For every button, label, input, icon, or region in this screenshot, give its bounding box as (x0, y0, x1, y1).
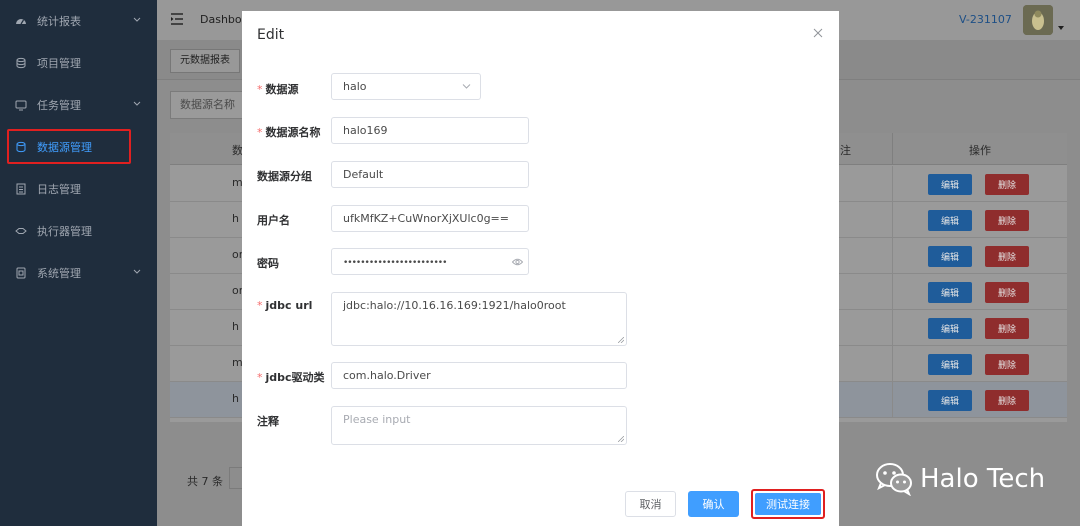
chevron-down-icon (133, 101, 141, 106)
edit-button[interactable]: 编辑 (928, 318, 972, 339)
sidebar-item-system[interactable]: 系统管理 (0, 252, 157, 294)
username-label: 用户名 (257, 214, 290, 227)
edit-button[interactable]: 编辑 (928, 210, 972, 231)
jdbc-url-value: jdbc:halo://10.16.16.169:1921/halo0root (343, 299, 566, 312)
caret-down-icon[interactable] (1057, 24, 1065, 32)
datasource-label: * 数据源 (257, 83, 299, 96)
comment-label: 注释 (257, 415, 279, 428)
delete-button[interactable]: 删除 (985, 282, 1029, 303)
page-size-select[interactable] (229, 467, 243, 489)
jdbc-driver-input[interactable]: com.halo.Driver (331, 362, 627, 389)
comment-textarea[interactable]: Please input (331, 406, 627, 445)
version-label: V-231107 (959, 13, 1012, 26)
test-connection-highlight: 测试连接 (751, 489, 825, 519)
sidebar-item-label: 项目管理 (37, 57, 81, 70)
confirm-button[interactable]: 确认 (688, 491, 739, 517)
delete-button[interactable]: 删除 (985, 246, 1029, 267)
delete-button[interactable]: 删除 (985, 210, 1029, 231)
delete-button[interactable]: 删除 (985, 390, 1029, 411)
row-actions: 编辑 删除 (892, 202, 1067, 238)
sidebar: 统计报表 项目管理 任务管理 数据源管理 日志管理 执行器管理 系统管理 (0, 0, 157, 526)
watermark-text: Halo Tech (920, 464, 1046, 494)
document-icon (15, 183, 27, 195)
pagination-total: 共 7 条 (187, 475, 223, 488)
edit-button[interactable]: 编辑 (928, 246, 972, 267)
row-actions: 编辑 删除 (892, 238, 1067, 274)
edit-button[interactable]: 编辑 (928, 174, 972, 195)
sidebar-item-executors[interactable]: 执行器管理 (0, 210, 157, 252)
highlight-annotation-box (7, 129, 131, 164)
cancel-button[interactable]: 取消 (625, 491, 676, 517)
password-masked-value: •••••••••••••••••••••••• (343, 258, 447, 268)
sidebar-item-label: 统计报表 (37, 15, 81, 28)
sidebar-item-logs[interactable]: 日志管理 (0, 168, 157, 210)
required-asterisk: * (257, 299, 263, 312)
settings-icon (15, 267, 27, 279)
edit-dialog: Edit * 数据源 halo * 数据源名称 halo169 数据源分组 Defa… (242, 11, 839, 526)
datasource-name-label: * 数据源名称 (257, 126, 321, 139)
datasource-group-input[interactable]: Default (331, 161, 529, 188)
required-asterisk: * (257, 83, 263, 96)
datasource-group-label: 数据源分组 (257, 170, 312, 183)
edit-button[interactable]: 编辑 (928, 390, 972, 411)
datasource-select[interactable]: halo (331, 73, 481, 100)
sidebar-item-label: 执行器管理 (37, 225, 92, 238)
sidebar-item-stats-report[interactable]: 统计报表 (0, 0, 157, 42)
avatar[interactable] (1023, 5, 1053, 35)
column-header-comment: 注 (840, 144, 851, 157)
resize-handle-icon[interactable] (618, 337, 624, 343)
close-icon[interactable] (813, 28, 823, 38)
datasource-select-value: halo (343, 80, 367, 93)
row-actions: 编辑 删除 (892, 346, 1067, 382)
jdbc-url-textarea[interactable]: jdbc:halo://10.16.16.169:1921/halo0root (331, 292, 627, 346)
sidebar-item-label: 系统管理 (37, 267, 81, 280)
tag-metadata-report[interactable]: 元数据报表 (170, 49, 240, 73)
row-actions: 编辑 删除 (892, 274, 1067, 310)
row-actions: 编辑 删除 (892, 310, 1067, 346)
row-actions: 编辑 删除 (892, 166, 1067, 202)
eye-icon[interactable] (512, 257, 523, 267)
comment-placeholder: Please input (343, 413, 411, 426)
edit-button[interactable]: 编辑 (928, 354, 972, 375)
search-input[interactable]: 数据源名称 (170, 91, 252, 119)
hamburger-icon[interactable] (170, 12, 184, 26)
chevron-down-icon (133, 269, 141, 274)
delete-button[interactable]: 删除 (985, 318, 1029, 339)
column-header-operations: 操作 (969, 144, 991, 157)
sidebar-item-label: 任务管理 (37, 99, 81, 112)
monitor-icon (15, 99, 27, 111)
jdbc-driver-label: * jdbc驱动类 (257, 371, 325, 384)
delete-button[interactable]: 删除 (985, 174, 1029, 195)
sidebar-item-projects[interactable]: 项目管理 (0, 42, 157, 84)
delete-button[interactable]: 删除 (985, 354, 1029, 375)
link-icon (15, 225, 27, 237)
required-asterisk: * (257, 126, 263, 139)
username-input[interactable]: ufkMfKZ+CuWnorXjXUlc0g== (331, 205, 529, 232)
database-icon (15, 57, 27, 69)
dialog-title: Edit (257, 27, 285, 43)
cell-text: h (232, 392, 239, 405)
resize-handle-icon[interactable] (618, 436, 624, 442)
watermark: Halo Tech (875, 460, 1045, 498)
row-actions: 编辑 删除 (892, 382, 1067, 418)
password-label: 密码 (257, 257, 279, 270)
password-input[interactable]: •••••••••••••••••••••••• (331, 248, 529, 275)
dashboard-icon (15, 15, 27, 27)
wechat-logo-icon (876, 463, 912, 496)
datasource-name-input[interactable]: halo169 (331, 117, 529, 144)
cell-text: h (232, 320, 239, 333)
edit-button[interactable]: 编辑 (928, 282, 972, 303)
test-connection-button[interactable]: 测试连接 (755, 493, 821, 515)
chevron-down-icon (462, 84, 471, 89)
column-header-ops-cell: 操作 (892, 133, 1067, 165)
jdbc-url-label: * jdbc url (257, 299, 313, 312)
chevron-down-icon (133, 17, 141, 22)
sidebar-item-tasks[interactable]: 任务管理 (0, 84, 157, 126)
sidebar-item-label: 日志管理 (37, 183, 81, 196)
required-asterisk: * (257, 371, 263, 384)
cell-text: h (232, 212, 239, 225)
